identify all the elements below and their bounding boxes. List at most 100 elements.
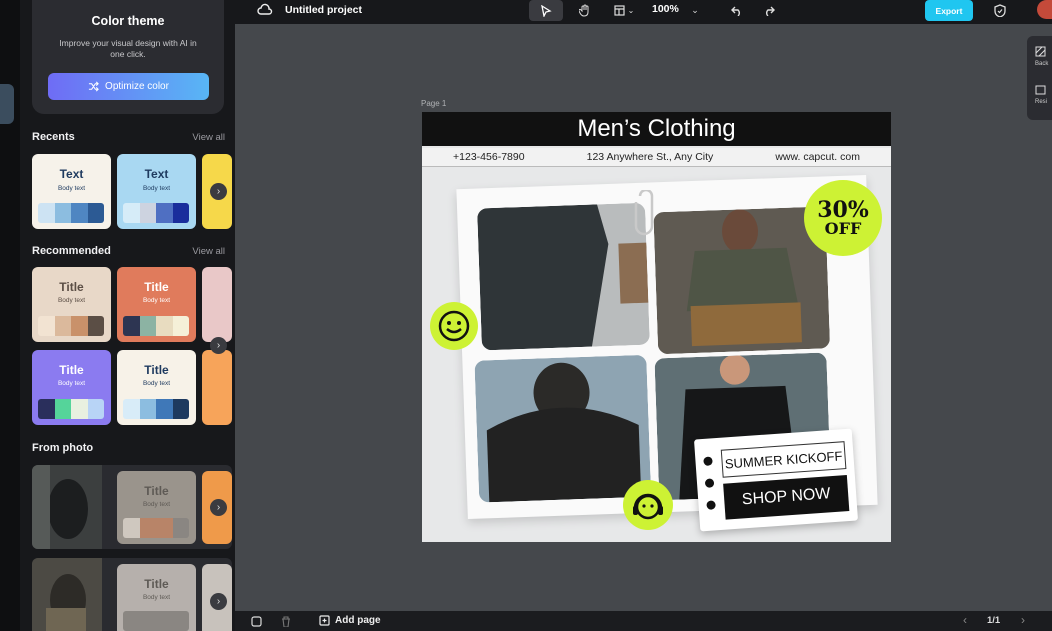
chevron-right-icon: ›: [216, 596, 221, 607]
cloud-icon[interactable]: [257, 3, 273, 17]
theme-swatches: [123, 203, 189, 223]
smiley-face-icon: [438, 310, 470, 342]
color-theme-description: Improve your visual design with AI in on…: [59, 38, 197, 59]
theme-swatches: [123, 611, 189, 631]
from-photo-row-2[interactable]: Title Body text: [32, 558, 232, 631]
photo-man-dark-sweater: [477, 202, 650, 351]
color-theme-card: Color theme Improve your visual design w…: [32, 0, 224, 114]
project-title[interactable]: Untitled project: [285, 4, 362, 16]
resize-icon[interactable]: [1035, 84, 1046, 95]
shuffle-icon: [88, 81, 99, 92]
photo-man-jacket-seated: [653, 206, 831, 355]
headphones-face-icon: [633, 493, 663, 520]
theme-card-title: Title: [144, 484, 169, 498]
theme-card-recommended-partial-2[interactable]: [202, 350, 232, 425]
recents-scroll-right-button[interactable]: ›: [210, 183, 227, 200]
summer-kickoff-tag[interactable]: SUMMER KICKOFF SHOP NOW: [693, 428, 859, 532]
page-indicator: 1/1: [987, 615, 1001, 626]
layout-icon: [614, 5, 625, 16]
layers-icon[interactable]: [251, 616, 262, 627]
undo-button[interactable]: [729, 0, 745, 21]
from-photo-title: From photo: [32, 442, 94, 454]
add-page-button[interactable]: Add page: [319, 615, 381, 626]
left-rail: [0, 0, 20, 631]
recents-view-all-link[interactable]: View all: [192, 132, 225, 143]
theme-swatches: [38, 203, 104, 223]
collage-photo-3[interactable]: [474, 354, 652, 503]
photo-thumbnail: [32, 465, 102, 549]
design-contact-strip[interactable]: +123-456-7890 123 Anywhere St., Any City…: [422, 148, 891, 167]
chevron-right-icon: ›: [216, 186, 221, 197]
design-canvas[interactable]: Page 1 Back Resi Men’s Clothing +123-456…: [235, 24, 1052, 611]
next-page-icon[interactable]: ›: [1021, 613, 1025, 627]
theme-card-body: Body text: [142, 297, 171, 304]
discount-badge[interactable]: 30% OFF: [804, 180, 882, 256]
recommended-view-all-link[interactable]: View all: [192, 246, 225, 257]
photo-row-1-scroll-button[interactable]: ›: [210, 499, 227, 516]
photo-thumbnail: [32, 558, 102, 631]
from-photo-row-1[interactable]: Title Body text: [32, 465, 232, 549]
theme-card-recommended-partial[interactable]: [202, 267, 232, 342]
theme-swatches: [123, 316, 189, 336]
recommended-scroll-right-button[interactable]: ›: [210, 337, 227, 354]
chevron-right-icon: ›: [216, 340, 221, 351]
tag-hole: [703, 456, 713, 466]
optimize-color-button[interactable]: Optimize color: [48, 73, 209, 100]
discount-off: OFF: [824, 219, 862, 238]
app-window: Color theme Improve your visual design w…: [0, 0, 1052, 631]
chevron-down-icon: ⌄: [627, 6, 635, 15]
zoom-level[interactable]: 100%: [652, 3, 679, 15]
theme-swatches: [123, 518, 189, 538]
smiley-badge[interactable]: [430, 302, 478, 350]
theme-card-body: Body text: [57, 380, 86, 387]
select-tool-button[interactable]: [529, 0, 563, 21]
cursor-icon: [541, 4, 552, 17]
tag-hole: [704, 478, 715, 488]
theme-card-body: Body text: [142, 501, 171, 508]
theme-card-recent-1[interactable]: Text Body text: [32, 154, 111, 229]
theme-card-title: Text: [59, 167, 84, 181]
background-icon[interactable]: [1035, 46, 1046, 57]
photo-man-black-hoodie: [474, 354, 652, 503]
design-page[interactable]: Men’s Clothing +123-456-7890 123 Anywher…: [422, 112, 891, 542]
collage-photo-2[interactable]: [653, 206, 831, 355]
redo-button[interactable]: [761, 0, 777, 21]
prev-page-icon[interactable]: ‹: [963, 613, 967, 627]
theme-card-photo-1[interactable]: Title Body text: [117, 471, 196, 544]
theme-card-body: Body text: [57, 185, 86, 192]
theme-card-recommended-4[interactable]: Title Body text: [117, 350, 196, 425]
hand-tool-button[interactable]: [573, 0, 597, 21]
design-heading[interactable]: Men’s Clothing: [422, 112, 891, 146]
theme-card-photo-2[interactable]: Title Body text: [117, 564, 196, 631]
shield-button[interactable]: [991, 0, 1009, 21]
hand-icon: [579, 4, 589, 17]
zoom-dropdown-button[interactable]: ⌄: [687, 0, 703, 21]
rail-active-item[interactable]: [0, 84, 14, 124]
layout-menu-button[interactable]: ⌄: [609, 0, 639, 21]
color-theme-title: Color theme: [91, 14, 165, 28]
theme-swatches: [123, 399, 189, 419]
shop-now-button[interactable]: SHOP NOW: [723, 475, 850, 520]
theme-card-recent-2[interactable]: Text Body text: [117, 154, 196, 229]
export-button[interactable]: Export: [925, 0, 973, 21]
right-floating-toolbar: Back Resi: [1027, 36, 1052, 120]
background-label: Back: [1035, 61, 1049, 67]
discount-percent: 30%: [817, 197, 869, 223]
color-theme-panel: Color theme Improve your visual design w…: [20, 0, 235, 631]
theme-card-body: Body text: [142, 594, 171, 601]
trash-icon[interactable]: [281, 616, 291, 627]
collage-photo-1[interactable]: [477, 202, 650, 351]
headphones-badge[interactable]: [623, 480, 673, 530]
avatar[interactable]: [1037, 0, 1052, 19]
recents-title: Recents: [32, 131, 75, 143]
bottom-bar: Add page ‹ 1/1 ›: [235, 611, 1052, 631]
theme-card-recommended-2[interactable]: Title Body text: [117, 267, 196, 342]
theme-card-title: Title: [59, 363, 84, 377]
design-address: 123 Anywhere St., Any City: [586, 151, 714, 163]
add-page-label: Add page: [335, 615, 381, 626]
theme-card-body: Body text: [57, 297, 86, 304]
photo-row-2-scroll-button[interactable]: ›: [210, 593, 227, 610]
theme-card-recommended-3[interactable]: Title Body text: [32, 350, 111, 425]
resize-label: Resi: [1035, 99, 1048, 105]
theme-card-recommended-1[interactable]: Title Body text: [32, 267, 111, 342]
